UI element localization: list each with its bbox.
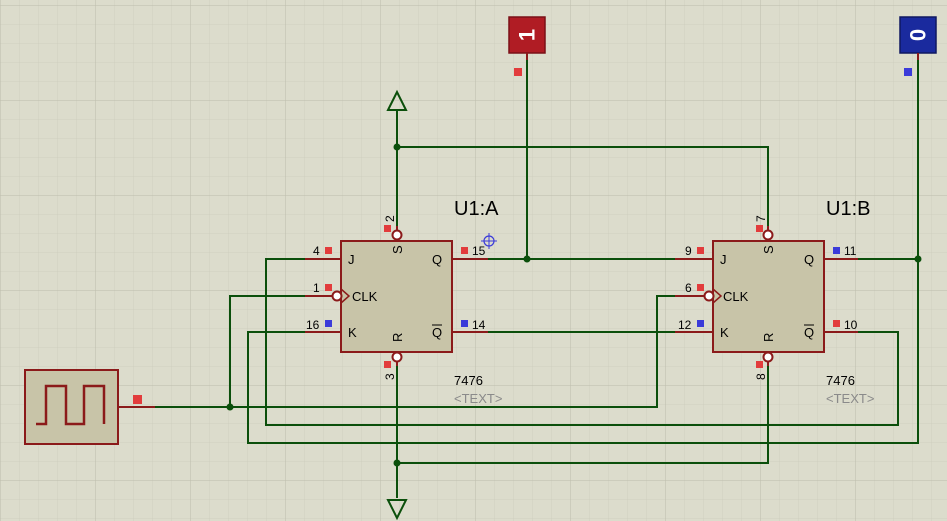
- part-type: 7476: [826, 373, 855, 388]
- pin-marker: [461, 247, 468, 254]
- pin-marker: [325, 284, 332, 291]
- junction-dot: [523, 255, 531, 263]
- pin-number-s: 7: [754, 215, 768, 222]
- pin-marker: [697, 284, 704, 291]
- pin-number-q: 15: [472, 244, 486, 258]
- pin-number-r: 3: [383, 373, 397, 380]
- pin-marker: [833, 320, 840, 327]
- pin-number-k: 12: [678, 318, 692, 332]
- part-type: 7476: [454, 373, 483, 388]
- logic-state-value: 1: [515, 29, 540, 41]
- pin-label-s: S: [390, 245, 405, 254]
- pin-marker: [756, 361, 763, 368]
- r-inverter-bubble: [762, 351, 774, 363]
- pin-number-qbar: 14: [472, 318, 486, 332]
- pin-marker: [325, 320, 332, 327]
- pin-label-q: Q: [432, 252, 442, 267]
- pin-number-clk: 1: [313, 281, 320, 295]
- pin-label-clk: CLK: [723, 289, 749, 304]
- pin-label-j: J: [720, 252, 727, 267]
- pin-number-j: 4: [313, 244, 320, 258]
- pin-label-k: K: [720, 325, 729, 340]
- clk-inverter-bubble: [331, 290, 343, 302]
- pin-label-r: R: [390, 333, 405, 342]
- pin-label-clk: CLK: [352, 289, 378, 304]
- s-inverter-bubble: [762, 229, 774, 241]
- part-reference: U1:A: [454, 198, 499, 220]
- junction-dot: [226, 403, 234, 411]
- pin-number-s: 2: [383, 215, 397, 222]
- pin-marker: [384, 361, 391, 368]
- junction-dot: [393, 459, 401, 467]
- pin-number-q: 11: [844, 244, 857, 258]
- pin-number-k: 16: [306, 318, 320, 332]
- pin-marker: [904, 68, 912, 76]
- r-inverter-bubble: [391, 351, 403, 363]
- pin-marker: [384, 225, 391, 232]
- logic-state-value: 0: [906, 29, 931, 41]
- pin-marker: [514, 68, 522, 76]
- pin-label-j: J: [348, 252, 355, 267]
- pin-marker: [697, 320, 704, 327]
- clk-inverter-bubble: [703, 290, 715, 302]
- part-reference: U1:B: [826, 198, 870, 220]
- pin-label-qbar: Q: [432, 325, 442, 340]
- part-text-placeholder: <TEXT>: [826, 391, 874, 406]
- pin-label-s: S: [761, 245, 776, 254]
- pin-marker: [133, 395, 142, 404]
- pin-number-j: 9: [685, 244, 692, 258]
- pin-number-qbar: 10: [844, 318, 858, 332]
- pin-label-k: K: [348, 325, 357, 340]
- junction-dot: [393, 143, 401, 151]
- pin-number-r: 8: [754, 373, 768, 380]
- pin-marker: [461, 320, 468, 327]
- pin-marker: [325, 247, 332, 254]
- s-inverter-bubble: [391, 229, 403, 241]
- pin-marker: [756, 225, 763, 232]
- pin-marker: [833, 247, 840, 254]
- junction-dot: [914, 255, 922, 263]
- pin-label-q: Q: [804, 252, 814, 267]
- pin-label-qbar: Q: [804, 325, 814, 340]
- part-text-placeholder: <TEXT>: [454, 391, 502, 406]
- pin-marker: [697, 247, 704, 254]
- schematic-canvas[interactable]: 1 0 J CLK K Q Q S R 4 1 16 15 14 2 3 U1:…: [0, 0, 947, 521]
- pin-number-clk: 6: [685, 281, 692, 295]
- pin-label-r: R: [761, 333, 776, 342]
